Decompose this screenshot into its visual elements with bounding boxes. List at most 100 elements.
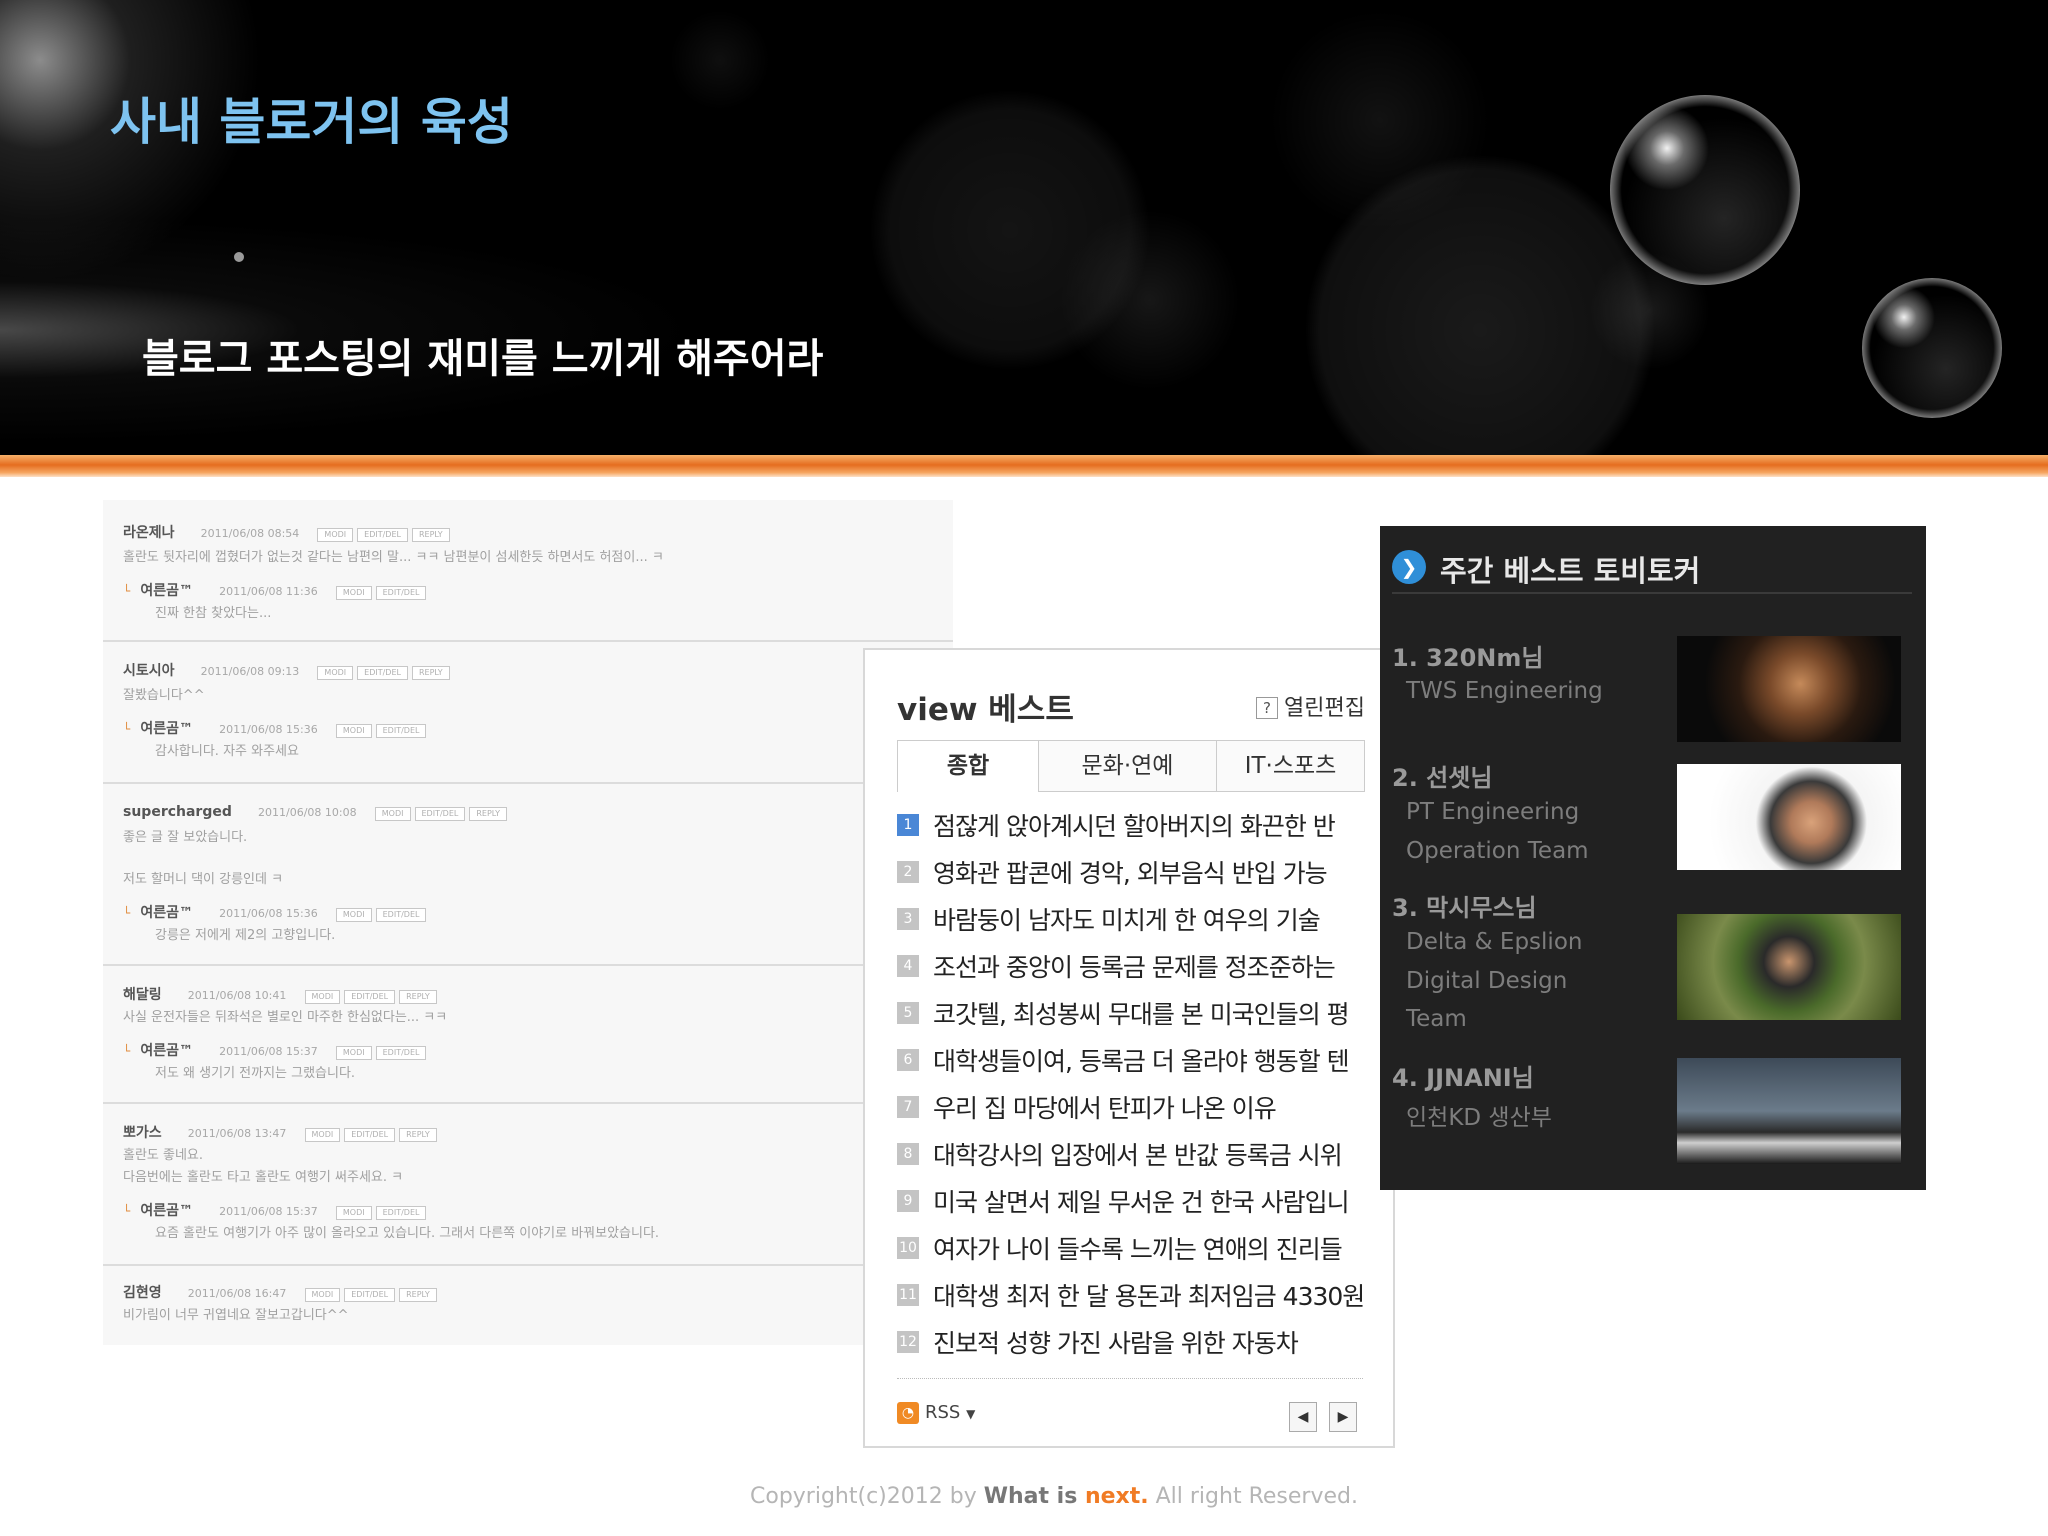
tab-general[interactable]: 종합 — [897, 740, 1039, 792]
talker-photo[interactable] — [1677, 1058, 1901, 1164]
modi-button[interactable]: MODI — [304, 1288, 341, 1302]
rank-item[interactable]: 10 여자가 나이 들수록 느끼는 연애의 진리들 — [897, 1230, 1377, 1270]
modi-button[interactable]: MODI — [304, 1128, 341, 1142]
view-best-panel: view 베스트 ? 열린편집 종합 문화·연예 IT·스포츠 1 점잖게 앉아계시… — [863, 648, 1395, 1448]
comment-author: 김현영 — [123, 1285, 162, 1301]
tab-it-sports[interactable]: IT·스포츠 — [1217, 740, 1365, 792]
copyright: Copyright(c)2012 by What is next. All ri… — [750, 1484, 1358, 1509]
talker-photo[interactable] — [1677, 636, 1901, 742]
modi-button[interactable]: MODI — [335, 586, 372, 600]
reply-button[interactable]: REPLY — [469, 807, 508, 821]
rank-number: 10 — [897, 1237, 919, 1259]
comment-group: 해달링 2011/06/08 10:41 MODI EDIT/DEL REPLY 사… — [103, 966, 953, 1104]
edit-del-button[interactable]: EDIT/DEL — [414, 807, 466, 821]
talker-name[interactable]: 1. 320Nm님 — [1392, 638, 1543, 673]
reply-arrow-icon: └ — [123, 722, 131, 736]
rank-item[interactable]: 9 미국 살면서 제일 무서운 건 한국 사람입니 — [897, 1183, 1377, 1223]
modi-button[interactable]: MODI — [317, 666, 354, 680]
comment-header: supercharged 2011/06/08 10:08 MODI EDIT/D… — [123, 804, 511, 821]
edit-del-button[interactable]: EDIT/DEL — [375, 1206, 427, 1220]
edit-del-button[interactable]: EDIT/DEL — [375, 586, 427, 600]
comment-date: 2011/06/08 09:13 — [200, 665, 300, 678]
rank-number: 1 — [897, 814, 919, 836]
reply-date: 2011/06/08 15:37 — [219, 1045, 318, 1058]
rank-title[interactable]: 진보적 성향 가진 사람을 위한 자동차 — [933, 1329, 1299, 1358]
modi-button[interactable]: MODI — [335, 1206, 372, 1220]
rank-title[interactable]: 우리 집 마당에서 탄피가 나온 이유 — [933, 1094, 1277, 1123]
prev-page-button[interactable]: ◀ — [1289, 1402, 1317, 1432]
rank-title[interactable]: 바람둥이 남자도 미치게 한 여우의 기술 — [933, 906, 1321, 935]
comment-date: 2011/06/08 08:54 — [200, 527, 300, 540]
rank-number: 11 — [897, 1284, 919, 1306]
open-edit-link[interactable]: ? 열린편집 — [1256, 690, 1365, 722]
modi-button[interactable]: MODI — [335, 1046, 372, 1060]
reply-button[interactable]: REPLY — [399, 1288, 437, 1302]
rank-item[interactable]: 6 대학생들이여, 등록금 더 올라야 행동할 텐 — [897, 1042, 1377, 1082]
rank-item[interactable]: 8 대학강사의 입장에서 본 반값 등록금 시위 — [897, 1136, 1377, 1176]
comment-text: 비가림이 너무 귀엽네요 잘보고갑니다^^ — [123, 1308, 349, 1323]
talker-photo[interactable] — [1677, 764, 1901, 870]
modi-button[interactable]: MODI — [317, 528, 354, 542]
rank-item[interactable]: 2 영화관 팝콘에 경악, 외부음식 반입 가능 — [897, 854, 1377, 894]
comment-header: 김현영 2011/06/08 16:47 MODI EDIT/DEL REPLY — [123, 1282, 441, 1302]
reply-button[interactable]: REPLY — [399, 990, 437, 1004]
rank-item[interactable]: 3 바람둥이 남자도 미치게 한 여우의 기술 — [897, 901, 1377, 941]
rank-item[interactable]: 7 우리 집 마당에서 탄피가 나온 이유 — [897, 1089, 1377, 1129]
rank-title[interactable]: 영화관 팝콘에 경악, 외부음식 반입 가능 — [933, 859, 1328, 888]
rank-item[interactable]: 11 대학생 최저 한 달 용돈과 최저임금 4330원 — [897, 1277, 1377, 1317]
tab-culture[interactable]: 문화·연예 — [1039, 740, 1217, 792]
next-page-button[interactable]: ▶ — [1329, 1402, 1357, 1432]
rss-link[interactable]: ◔ RSS ▼ — [897, 1402, 975, 1424]
edit-del-button[interactable]: EDIT/DEL — [344, 990, 396, 1004]
talker-team: Operation Team — [1406, 838, 1589, 864]
rank-title[interactable]: 조선과 중앙이 등록금 문제를 정조준하는 — [933, 953, 1336, 982]
rank-title[interactable]: 여자가 나이 들수록 느끼는 연애의 진리들 — [933, 1235, 1343, 1264]
view-best-title: view 베스트 — [897, 692, 1074, 728]
edit-del-button[interactable]: EDIT/DEL — [357, 528, 408, 542]
modi-button[interactable]: MODI — [374, 807, 411, 821]
reply-header: └ 여른곰™ 2011/06/08 15:36 MODI EDIT/DEL — [123, 902, 430, 922]
talker-team: Delta & Epslion — [1406, 929, 1583, 955]
rank-item[interactable]: 12 진보적 성향 가진 사람을 위한 자동차 — [897, 1324, 1377, 1364]
reply-arrow-icon: └ — [123, 1044, 131, 1058]
reply-button[interactable]: REPLY — [411, 666, 450, 680]
edit-del-button[interactable]: EDIT/DEL — [357, 666, 408, 680]
edit-del-button[interactable]: EDIT/DEL — [375, 1046, 427, 1060]
modi-button[interactable]: MODI — [335, 908, 372, 922]
reply-arrow-icon: └ — [123, 1204, 131, 1218]
talker-name[interactable]: 3. 막시무스님 — [1392, 888, 1537, 923]
comment-text: 사실 운전자들은 뒤좌석은 별로인 마주한 한심없다는... ㅋㅋ — [123, 1010, 448, 1025]
talker-name[interactable]: 2. 선셋님 — [1392, 758, 1492, 793]
edit-del-button[interactable]: EDIT/DEL — [344, 1128, 396, 1142]
comment-header: 해달링 2011/06/08 10:41 MODI EDIT/DEL REPLY — [123, 984, 441, 1004]
reply-button[interactable]: REPLY — [399, 1128, 437, 1142]
talker-photo[interactable] — [1677, 914, 1901, 1020]
rank-title[interactable]: 점잖게 앉아계시던 할아버지의 화끈한 반 — [933, 812, 1336, 841]
modi-button[interactable]: MODI — [304, 990, 341, 1004]
edit-del-button[interactable]: EDIT/DEL — [344, 1288, 396, 1302]
reply-header: └ 여른곰™ 2011/06/08 15:37 MODI EDIT/DEL — [123, 1040, 430, 1060]
rank-item[interactable]: 5 코갓텔, 최성봉씨 무대를 본 미국인들의 평 — [897, 995, 1377, 1035]
reply-button[interactable]: REPLY — [411, 528, 450, 542]
rank-title[interactable]: 대학강사의 입장에서 본 반값 등록금 시위 — [933, 1141, 1343, 1170]
talker-team: TWS Engineering — [1406, 678, 1603, 704]
reply-author: 여른곰™ — [140, 905, 194, 921]
dropdown-arrow-icon: ▼ — [966, 1407, 976, 1421]
talker-name[interactable]: 4. JJNANI님 — [1392, 1058, 1534, 1093]
rank-number: 9 — [897, 1190, 919, 1212]
rank-title[interactable]: 대학생 최저 한 달 용돈과 최저임금 4330원 — [933, 1282, 1365, 1311]
edit-del-button[interactable]: EDIT/DEL — [375, 908, 427, 922]
rss-icon: ◔ — [897, 1402, 919, 1424]
rank-number: 12 — [897, 1331, 919, 1353]
rank-item[interactable]: 1 점잖게 앉아계시던 할아버지의 화끈한 반 — [897, 807, 1377, 847]
reply-date: 2011/06/08 15:36 — [219, 907, 318, 920]
modi-button[interactable]: MODI — [335, 724, 372, 738]
rank-title[interactable]: 대학생들이여, 등록금 더 올라야 행동할 텐 — [933, 1047, 1350, 1076]
comment-date: 2011/06/08 10:41 — [187, 989, 287, 1002]
rank-title[interactable]: 미국 살면서 제일 무서운 건 한국 사람입니 — [933, 1188, 1350, 1217]
page-title: 사내 블로거의 육성 — [110, 93, 513, 151]
rank-item[interactable]: 4 조선과 중앙이 등록금 문제를 정조준하는 — [897, 948, 1377, 988]
edit-del-button[interactable]: EDIT/DEL — [375, 724, 427, 738]
rank-title[interactable]: 코갓텔, 최성봉씨 무대를 본 미국인들의 평 — [933, 1000, 1350, 1029]
reply-date: 2011/06/08 11:36 — [219, 585, 318, 598]
